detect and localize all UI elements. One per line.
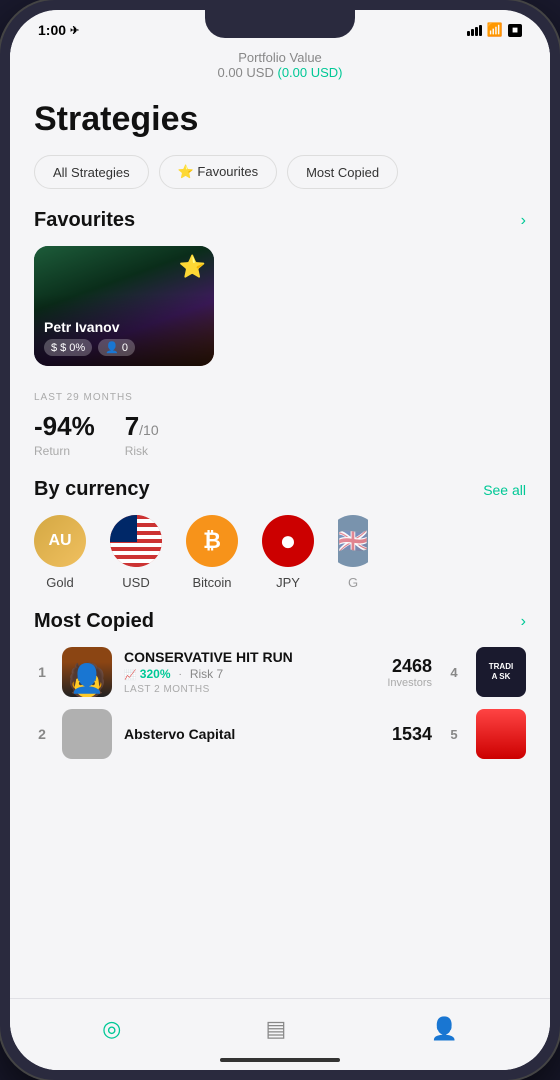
fav-period: LAST 29 MONTHS <box>34 392 526 403</box>
rank-1: 1 <box>34 664 50 680</box>
fav-return-badge: $ $ 0% <box>44 339 92 356</box>
portfolio-value: 0.00 USD (0.00 USD) <box>30 65 530 80</box>
rank-right-2: 5 <box>444 727 464 742</box>
most-copied-header: Most Copied › <box>34 610 526 647</box>
jpy-label: JPY <box>276 575 300 590</box>
copied-name-1: CONSERVATIVE HIT RUN <box>124 649 375 665</box>
portfolio-nav-icon: ▤ <box>265 1016 286 1042</box>
copied-period-1: LAST 2 MONTHS <box>124 684 375 695</box>
tab-most-copied[interactable]: Most Copied <box>287 155 398 189</box>
rank-2: 2 <box>34 726 50 742</box>
fav-stats: LAST 29 MONTHS -94% Return 7/10 Risk <box>10 386 550 478</box>
wifi-icon: 📶 <box>487 22 503 38</box>
copied-count-1: 2468 <box>387 656 432 677</box>
copied-stats-1: 📈 320% · Risk 7 <box>124 667 375 681</box>
tab-favourites[interactable]: ⭐ Favourites <box>159 155 278 189</box>
favourites-scroll: ⭐ Petr Ivanov $ $ 0% 👤 0 <box>10 246 550 386</box>
copied-return-1: 📈 320% <box>124 667 171 681</box>
avatar-abstervo <box>62 709 112 759</box>
favourites-section-header: Favourites › <box>10 209 550 246</box>
fav-return-label: Return <box>34 444 95 458</box>
fav-risk-stat: 7/10 Risk <box>125 411 159 458</box>
currency-see-all[interactable]: See all <box>483 482 526 498</box>
favourites-chevron[interactable]: › <box>521 212 526 230</box>
currency-item-jpy[interactable]: ● JPY <box>262 515 314 590</box>
bitcoin-label: Bitcoin <box>192 575 231 590</box>
copied-count-2: 1534 <box>392 724 432 745</box>
fav-risk-label: Risk <box>125 444 159 458</box>
bitcoin-icon: ₿ <box>186 515 238 567</box>
status-icons: 📶 ■ <box>467 22 522 38</box>
currency-title: By currency <box>34 478 150 501</box>
copied-risk-1: Risk 7 <box>190 667 223 681</box>
portfolio-header: Portfolio Value 0.00 USD (0.00 USD) <box>10 42 550 92</box>
gold-label: Gold <box>46 575 73 590</box>
tab-all-strategies[interactable]: All Strategies <box>34 155 149 189</box>
copied-count-label-1: Investors <box>387 677 432 689</box>
fav-risk-value: 7/10 <box>125 411 159 442</box>
fav-card-petr[interactable]: ⭐ Petr Ivanov $ $ 0% 👤 0 <box>34 246 214 366</box>
fav-followers-badge: 👤 0 <box>98 339 135 356</box>
location-icon: ✈ <box>70 24 79 37</box>
rank-right-1: 4 <box>444 665 464 680</box>
currency-section: By currency See all AU Gold <box>10 478 550 610</box>
fav-return-stat: -94% Return <box>34 411 95 458</box>
nav-portfolio[interactable]: ▤ <box>265 1016 286 1042</box>
usd-label: USD <box>122 575 149 590</box>
most-copied-title: Most Copied <box>34 610 154 633</box>
battery-icon: ■ <box>508 24 522 37</box>
gold-icon: AU <box>34 515 86 567</box>
copied-info-2: Abstervo Capital <box>124 726 380 742</box>
person-icon: 👤 <box>105 341 119 354</box>
copied-list: 1 🧑 CONSERVATIVE HIT RUN 📈 320% · <box>34 647 526 759</box>
fav-card-content: Petr Ivanov $ $ 0% 👤 0 <box>44 319 204 356</box>
usd-flag-icon <box>110 515 162 567</box>
avatar-conservative: 🧑 <box>62 647 112 697</box>
gbp-label: G <box>348 575 358 590</box>
chart-thumb-2 <box>476 709 526 759</box>
fav-numbers: -94% Return 7/10 Risk <box>34 411 526 458</box>
currency-item-gbp[interactable]: 🇬🇧 G <box>338 515 368 590</box>
chart-thumb-1: TRADIA SK <box>476 647 526 697</box>
most-copied-chevron[interactable]: › <box>521 613 526 631</box>
favourites-title: Favourites <box>34 209 135 232</box>
copied-item-2[interactable]: 2 Abstervo Capital 1534 5 <box>34 709 526 759</box>
copied-name-2: Abstervo Capital <box>124 726 380 742</box>
home-indicator <box>220 1058 340 1062</box>
copied-info-1: CONSERVATIVE HIT RUN 📈 320% · Risk 7 LAS… <box>124 649 375 695</box>
dollar-icon: $ <box>51 342 57 354</box>
profile-nav-icon: 👤 <box>430 1016 457 1042</box>
copied-item-1[interactable]: 1 🧑 CONSERVATIVE HIT RUN 📈 320% · <box>34 647 526 697</box>
notch <box>205 10 355 38</box>
gbp-icon: 🇬🇧 <box>338 515 368 567</box>
nav-profile[interactable]: 👤 <box>430 1016 457 1042</box>
status-time-area: 1:00 ✈ <box>38 22 79 38</box>
nav-strategies[interactable]: ◎ <box>102 1016 121 1042</box>
strategies-nav-icon: ◎ <box>102 1016 121 1042</box>
currency-item-usd[interactable]: USD <box>110 515 162 590</box>
signal-icon <box>467 25 482 36</box>
page-title: Strategies <box>10 92 550 155</box>
fav-card-badges: $ $ 0% 👤 0 <box>44 339 204 356</box>
main-scroll: Portfolio Value 0.00 USD (0.00 USD) Stra… <box>10 42 550 1070</box>
phone-frame: 1:00 ✈ 📶 ■ Portfolio Value 0.00 USD <box>0 0 560 1080</box>
copied-count-area-2: 1534 <box>392 724 432 745</box>
currency-section-header: By currency See all <box>34 478 526 515</box>
phone-screen: 1:00 ✈ 📶 ■ Portfolio Value 0.00 USD <box>10 10 550 1070</box>
currency-item-gold[interactable]: AU Gold <box>34 515 86 590</box>
fav-star-icon: ⭐ <box>179 254 206 280</box>
fav-card-name: Petr Ivanov <box>44 319 204 335</box>
currency-item-bitcoin[interactable]: ₿ Bitcoin <box>186 515 238 590</box>
portfolio-label: Portfolio Value <box>30 50 530 65</box>
most-copied-section: Most Copied › 1 🧑 CONSERVATIVE HIT RUN <box>10 610 550 779</box>
copied-count-area-1: 2468 Investors <box>387 656 432 689</box>
filter-tabs: All Strategies ⭐ Favourites Most Copied <box>10 155 550 209</box>
currency-items: AU Gold USD ₿ <box>34 515 526 590</box>
jpy-icon: ● <box>262 515 314 567</box>
time-display: 1:00 <box>38 22 66 38</box>
fav-return-value: -94% <box>34 411 95 442</box>
